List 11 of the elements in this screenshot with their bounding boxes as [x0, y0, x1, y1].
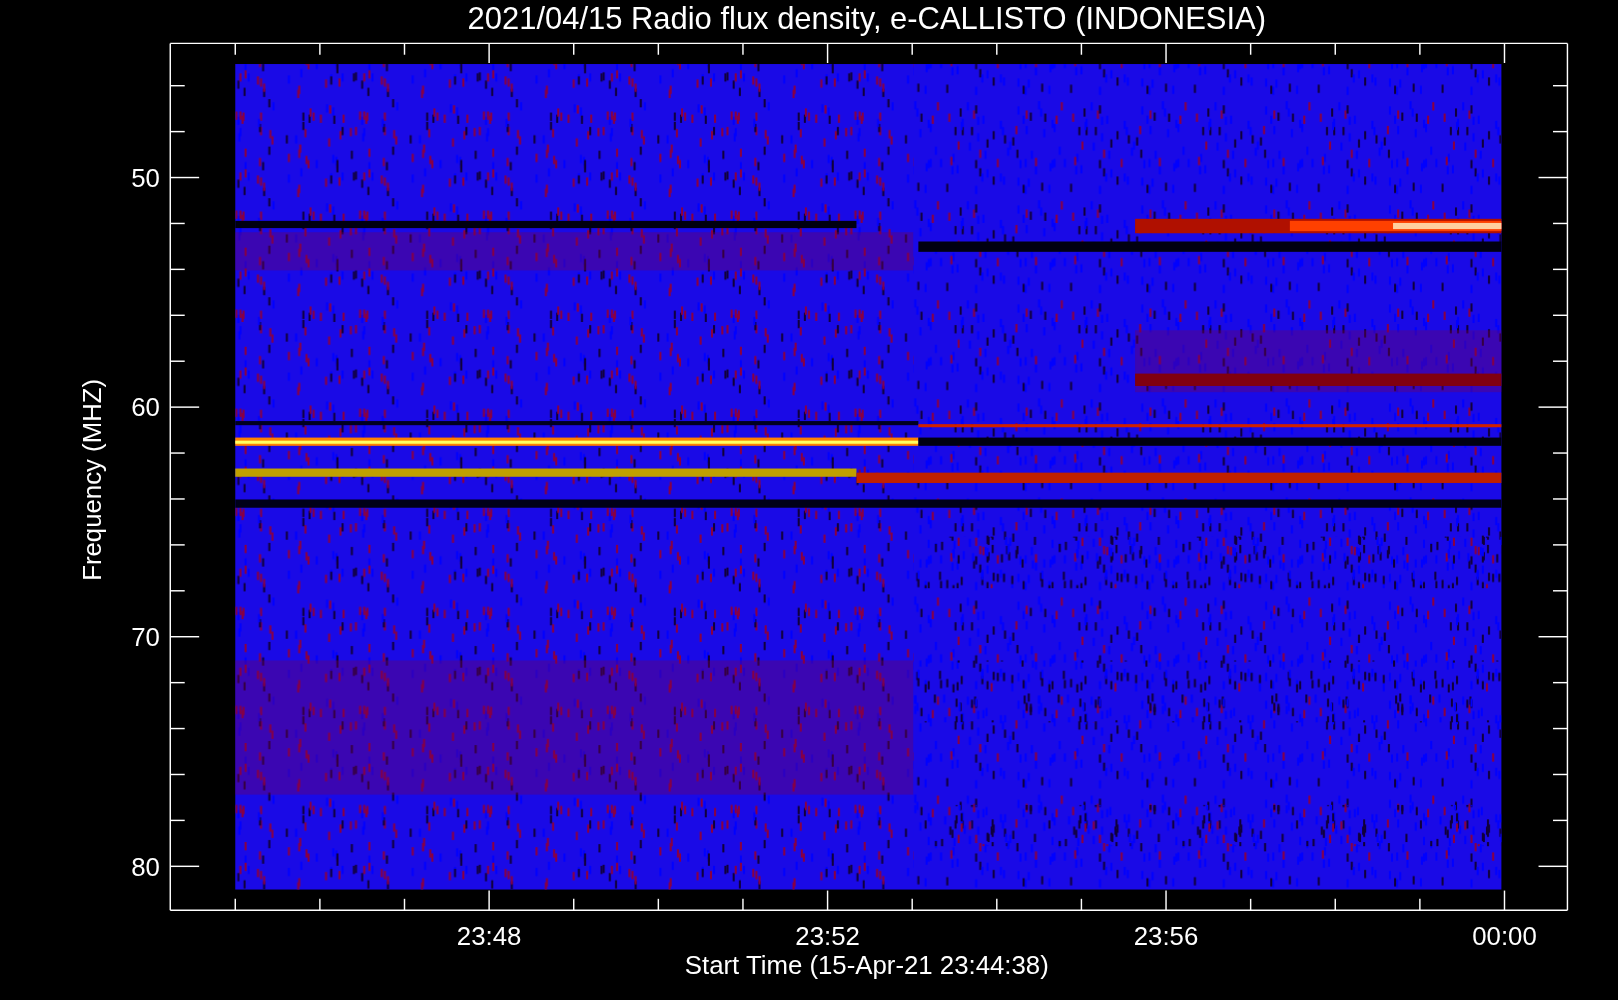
- tick-label: 70: [131, 623, 160, 651]
- chart-title: 2021/04/15 Radio flux density, e-CALLISTO (INDONESIA): [467, 0, 1266, 36]
- tick-label: 00:00: [1472, 922, 1537, 951]
- axis-title: Start Time (15-Apr-21 23:44:38): [684, 951, 1049, 980]
- tick-label: 80: [131, 852, 160, 881]
- tick-label: 23:56: [1133, 922, 1199, 951]
- tick-label: 23:48: [456, 922, 522, 951]
- tick-label: 23:52: [795, 922, 860, 951]
- tick-label: 60: [131, 393, 160, 422]
- axis-title: Frequency (MHZ): [78, 378, 107, 581]
- tick-label: 50: [131, 163, 160, 192]
